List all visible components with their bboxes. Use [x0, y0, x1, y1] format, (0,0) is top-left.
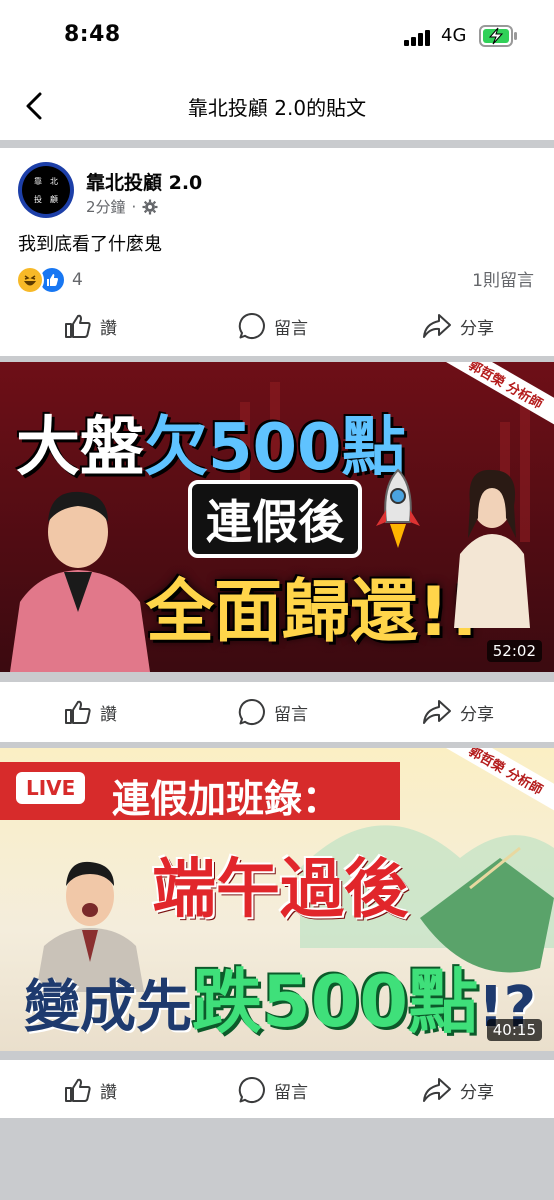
meta-dot: · [131, 197, 137, 216]
page-title: 靠北投顧 2.0的貼文 [187, 96, 367, 120]
thumbs-up-icon [65, 314, 91, 338]
analyst-figure [454, 469, 530, 628]
share-button[interactable]: 分享 [422, 682, 494, 742]
headline-line2: 端午過後 [152, 853, 408, 927]
gear-icon [142, 199, 158, 214]
battery-charging-icon [479, 25, 517, 47]
share-button[interactable]: 分享 [422, 296, 494, 356]
avatar[interactable]: 靠 北 投 顧 [18, 162, 74, 218]
headline-line2: 連假後 [188, 480, 362, 558]
share-arrow-icon [423, 700, 451, 724]
like-button[interactable]: 讚 [64, 296, 117, 356]
post-action-bar: 讚 留言 分享 [0, 296, 554, 356]
haha-reaction-icon [16, 266, 44, 294]
like-button[interactable]: 讚 [64, 1060, 117, 1120]
headline-line3: 全面歸還!! [146, 573, 481, 652]
avatar-logo: 靠 北 投 顧 [22, 166, 70, 214]
rocket-icon [376, 468, 420, 548]
comment-bubble-icon [238, 698, 265, 725]
comment-count[interactable]: 1則留言 [472, 266, 534, 291]
post-text: 我到底看了什麼鬼 [18, 234, 162, 255]
thumbs-up-icon [65, 1078, 91, 1102]
video-action-bar-2: 讚 留言 分享 [0, 1060, 554, 1120]
video-duration: 40:15 [486, 1019, 542, 1041]
video-duration: 52:02 [486, 640, 542, 662]
reaction-count: 4 [72, 270, 83, 290]
thumbs-up-icon [65, 700, 91, 724]
share-arrow-icon [423, 314, 451, 338]
title-banner: LIVE 連假加班錄： [0, 762, 400, 821]
author-name[interactable]: 靠北投顧 2.0 [86, 168, 202, 195]
share-arrow-icon [423, 1078, 451, 1102]
video-thumbnail-1[interactable]: 郭哲榮 分析師 大盤欠500點 連假後 全面歸還!! 52:02 [0, 362, 554, 672]
headline-line3: 變成先跌500點!? [24, 961, 537, 1043]
video-thumbnail-2[interactable]: 郭哲榮 分析師 LIVE 連假加班錄： 端午過後 變成先跌500點!? 40:1… [0, 748, 554, 1051]
comment-bubble-icon [238, 312, 265, 339]
post-time[interactable]: 2分鐘 [86, 196, 126, 217]
live-badge: LIVE [16, 772, 86, 804]
like-button[interactable]: 讚 [64, 682, 117, 742]
status-bar: 8:48 4G [0, 0, 554, 72]
reaction-summary[interactable]: 4 [16, 266, 83, 294]
clock: 8:48 [64, 22, 121, 47]
video-action-bar-1: 讚 留言 分享 [0, 682, 554, 742]
nav-bar: 靠北投顧 2.0的貼文 [0, 72, 554, 140]
comment-button[interactable]: 留言 [238, 682, 308, 742]
comment-bubble-icon [238, 1076, 265, 1103]
title-banner-text: 連假加班錄： [112, 777, 341, 821]
comment-button[interactable]: 留言 [238, 296, 308, 356]
signal-icon [404, 30, 430, 46]
post-meta: 2分鐘 · [86, 196, 158, 217]
comment-button[interactable]: 留言 [238, 1060, 308, 1120]
network-label: 4G [441, 25, 467, 46]
host-figure [10, 491, 150, 672]
share-button[interactable]: 分享 [422, 1060, 494, 1120]
page-bottom-filler [0, 1118, 554, 1200]
